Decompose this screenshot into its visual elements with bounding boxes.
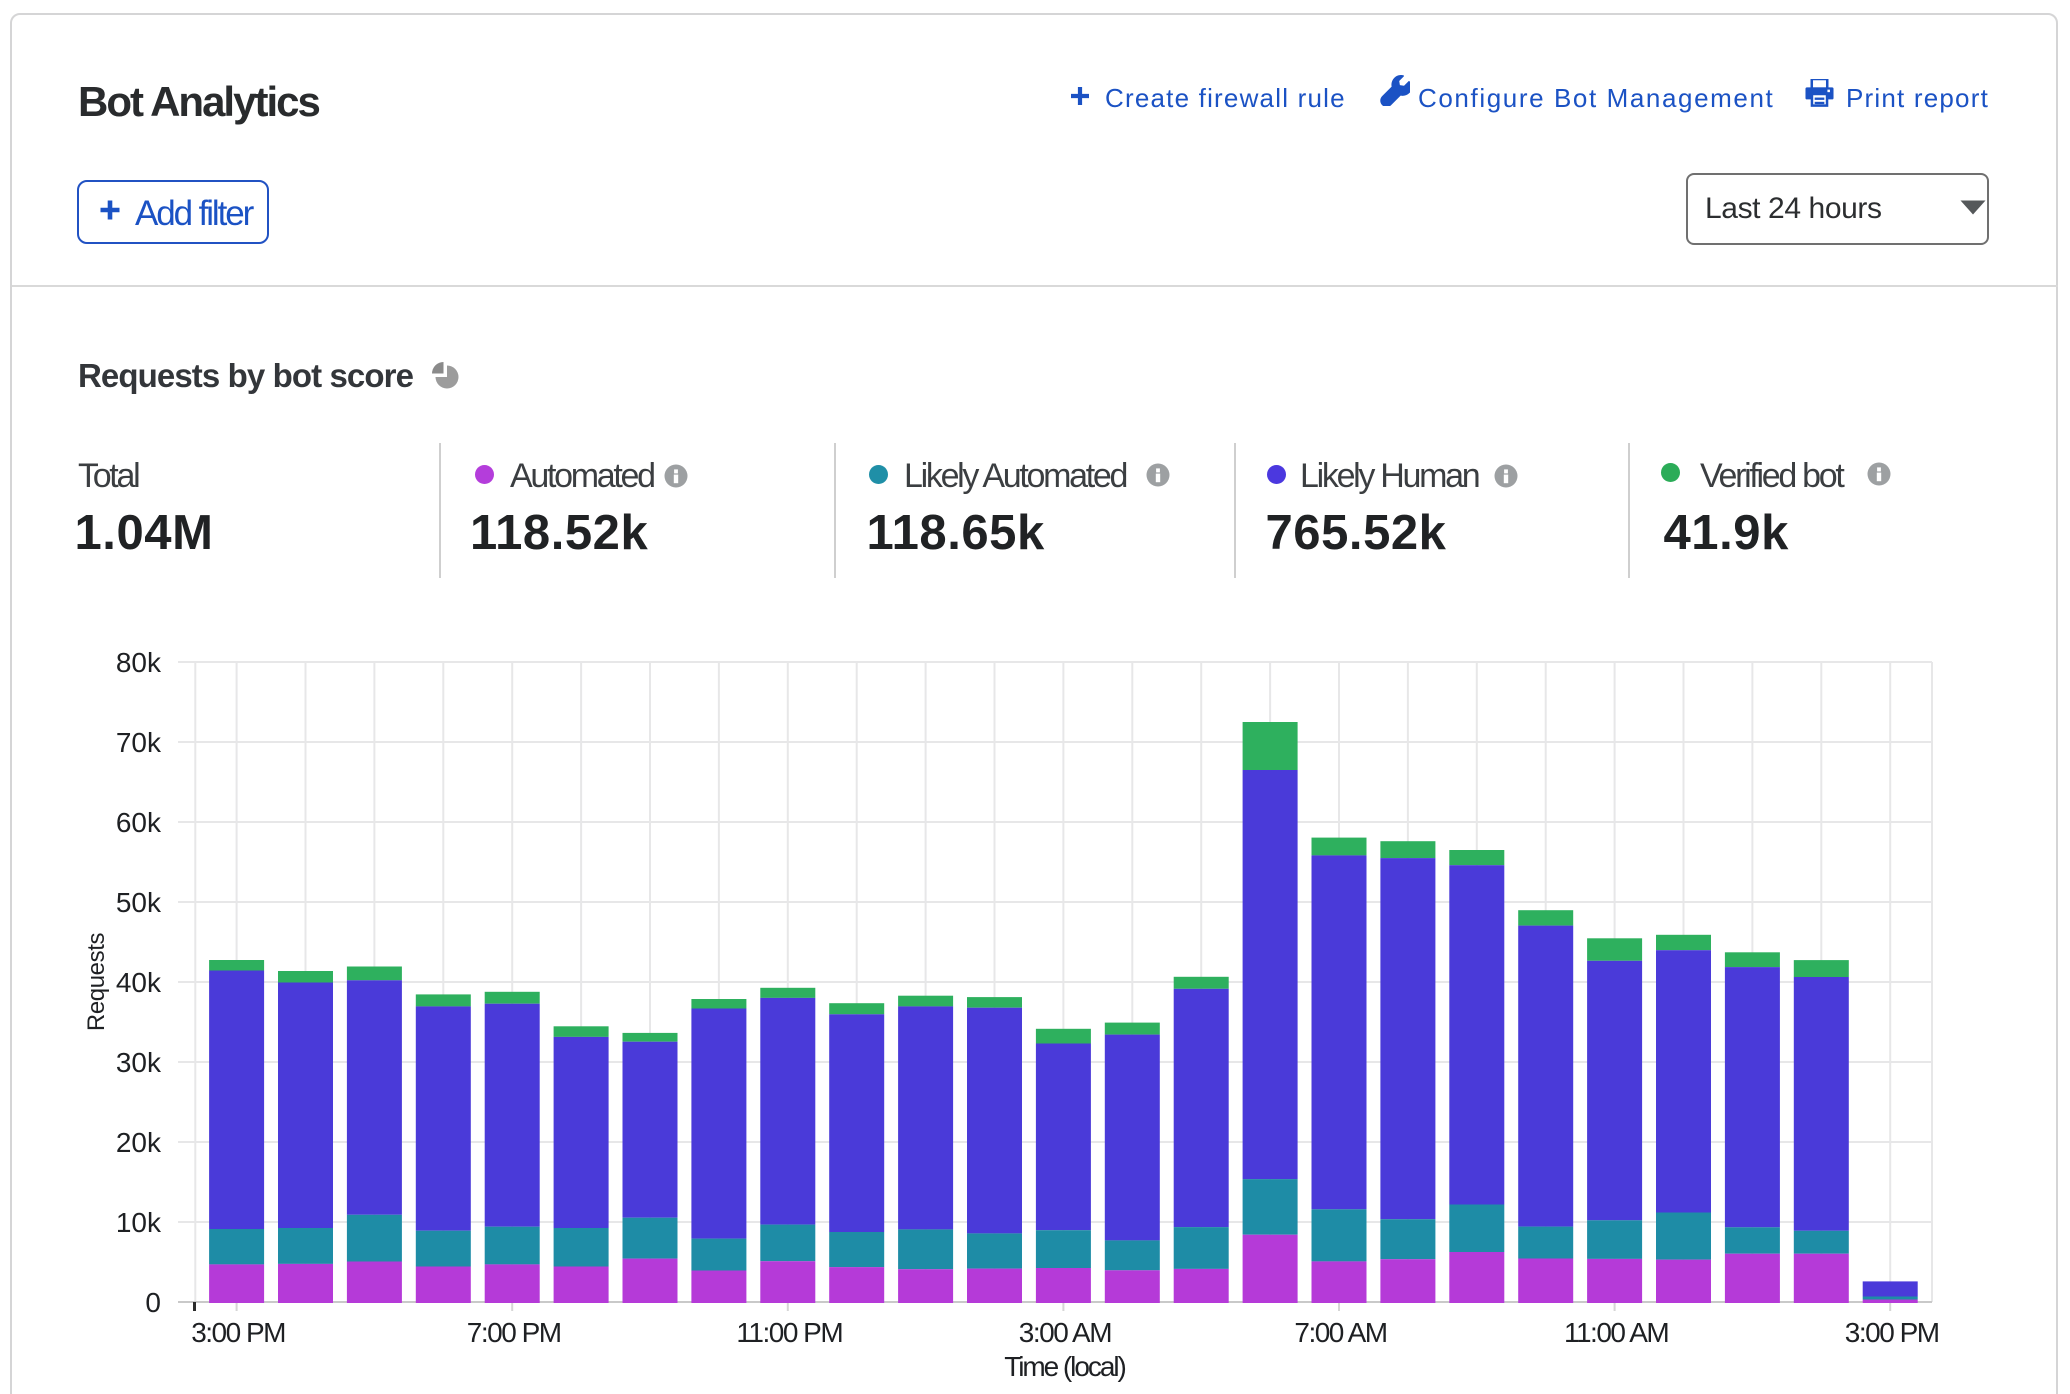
svg-text:80k: 80k [116,647,162,678]
svg-text:0: 0 [145,1287,161,1318]
svg-text:3:00 PM: 3:00 PM [191,1317,285,1348]
svg-text:3:00 PM: 3:00 PM [1845,1317,1939,1348]
svg-text:10k: 10k [116,1207,162,1238]
svg-text:70k: 70k [116,727,162,758]
svg-text:40k: 40k [116,967,162,998]
svg-text:30k: 30k [116,1047,162,1078]
svg-text:20k: 20k [116,1127,162,1158]
svg-text:11:00 PM: 11:00 PM [736,1317,842,1348]
svg-text:60k: 60k [116,807,162,838]
svg-text:Time (local): Time (local) [1004,1351,1125,1382]
svg-text:7:00 PM: 7:00 PM [467,1317,561,1348]
svg-text:7:00 AM: 7:00 AM [1294,1317,1386,1348]
svg-text:Requests: Requests [83,933,110,1032]
svg-text:50k: 50k [116,887,162,918]
svg-text:11:00 AM: 11:00 AM [1564,1317,1668,1348]
svg-text:3:00 AM: 3:00 AM [1019,1317,1111,1348]
